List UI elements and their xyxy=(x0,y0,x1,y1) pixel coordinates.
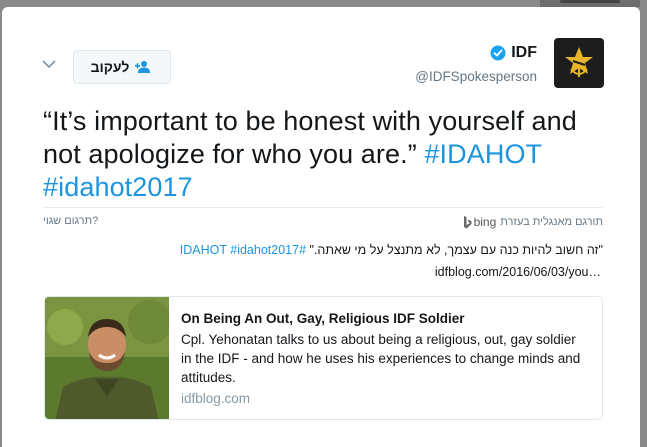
background-strip-accent xyxy=(560,0,620,3)
follow-button-label: לעקוב xyxy=(90,59,130,75)
wrong-translation-link[interactable]: תרגום שגוי? xyxy=(43,215,98,227)
bing-logo[interactable]: bing xyxy=(463,215,497,229)
card-title[interactable]: On Being An Out, Gay, Religious IDF Sold… xyxy=(181,311,465,326)
translation-header: תרגום שגוי? תורגם מאנגלית בעזרת bing xyxy=(43,213,603,231)
bing-icon xyxy=(463,215,472,228)
translated-by: תורגם מאנגלית בעזרת bing xyxy=(463,215,603,229)
translated-by-label: תורגם מאנגלית בעזרת xyxy=(500,216,603,228)
divider xyxy=(43,207,603,208)
card-image[interactable] xyxy=(45,297,169,420)
follow-button[interactable]: לעקוב xyxy=(73,50,171,84)
hashtag-link[interactable]: #IDAHOT xyxy=(424,139,541,169)
account-handle[interactable]: @IDFSpokesperson xyxy=(415,69,537,84)
translated-text: "זה חשוב להיות כנה עם עצמך, לא מתנצל על … xyxy=(43,243,603,257)
translated-hashtags[interactable]: #IDAHOT #idahot2017 xyxy=(180,243,306,257)
tweet-modal: IDF @IDFSpokesperson לעקוב “It’s importa… xyxy=(2,7,640,447)
translated-body: "זה חשוב להיות כנה עם עצמך, לא מתנצל על … xyxy=(309,243,603,257)
card-description: Cpl. Yehonatan talks to us about being a… xyxy=(181,332,581,385)
translated-link[interactable]: idfblog.com/2016/06/03/you… xyxy=(43,265,601,279)
link-card[interactable]: On Being An Out, Gay, Religious IDF Sold… xyxy=(44,296,603,420)
account-name-row[interactable]: IDF xyxy=(490,44,537,62)
verified-badge-icon xyxy=(490,45,506,61)
card-domain[interactable]: idfblog.com xyxy=(181,391,250,406)
tweet-text: “It’s important to be honest with yourse… xyxy=(43,105,603,204)
hashtag-link[interactable]: #idahot2017 xyxy=(43,172,193,202)
bing-label: bing xyxy=(473,215,497,229)
chevron-down-icon[interactable] xyxy=(42,59,56,69)
account-name[interactable]: IDF xyxy=(511,44,537,62)
add-user-icon xyxy=(135,61,151,73)
idf-emblem-icon xyxy=(565,47,593,77)
avatar[interactable] xyxy=(554,38,604,88)
